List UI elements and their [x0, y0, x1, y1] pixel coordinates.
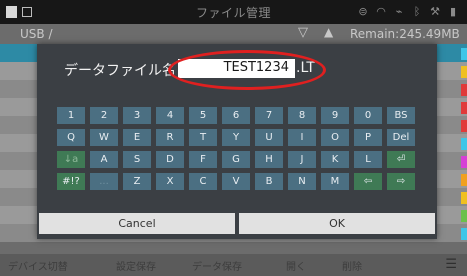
side-marker [461, 102, 467, 114]
key-m[interactable]: M [321, 173, 349, 190]
key-d[interactable]: D [156, 151, 184, 168]
cast-icon: ⊜ [358, 5, 368, 18]
key-k[interactable]: K [321, 151, 349, 168]
key-q[interactable]: Q [57, 129, 85, 146]
key-n[interactable]: N [288, 173, 316, 190]
key-v[interactable]: V [222, 173, 250, 190]
bluetooth-icon: ᛒ [413, 5, 421, 18]
lowercase-toggle-key[interactable]: ↓a [57, 151, 85, 168]
delete-button[interactable]: 削除 [342, 258, 362, 273]
key-2[interactable]: 2 [90, 107, 118, 124]
side-marker [461, 66, 467, 78]
key-g[interactable]: G [222, 151, 250, 168]
wifi-icon: ◠ [376, 5, 386, 18]
remaining-space: Remain:245.49MB [350, 27, 460, 41]
filename-dialog: データファイル名 TEST1234 .LT 1 2 3 4 5 6 7 8 9 … [37, 44, 437, 239]
save-settings-button[interactable]: 設定保存 [116, 258, 156, 273]
key-s[interactable]: S [123, 151, 151, 168]
cursor-left-key[interactable]: ⇦ [354, 173, 382, 190]
cursor-right-key[interactable]: ⇨ [387, 173, 415, 190]
key-1[interactable]: 1 [57, 107, 85, 124]
key-p[interactable]: P [354, 129, 382, 146]
wrench-icon: ⚒ [430, 5, 440, 18]
ok-button[interactable]: OK [239, 213, 435, 234]
filename-label: データファイル名 [64, 63, 176, 79]
device-switch-button[interactable]: デバイス切替 [8, 258, 68, 273]
side-marker [461, 84, 467, 96]
key-o[interactable]: O [321, 129, 349, 146]
key-f[interactable]: F [189, 151, 217, 168]
side-marker [461, 210, 467, 222]
key-r[interactable]: R [156, 129, 184, 146]
key-i[interactable]: I [288, 129, 316, 146]
cancel-button[interactable]: Cancel [39, 213, 235, 234]
save-data-button[interactable]: データ保存 [192, 258, 242, 273]
side-marker [461, 174, 467, 186]
key-0[interactable]: 0 [354, 107, 382, 124]
key-u[interactable]: U [255, 129, 283, 146]
key-b[interactable]: B [255, 173, 283, 190]
side-marker [461, 48, 467, 60]
title-bar: ファイル管理 ⊜ ◠ ⌁ ᛒ ⚒ ▮ [0, 0, 467, 24]
delete-key[interactable]: Del [387, 129, 415, 146]
key-a[interactable]: A [90, 151, 118, 168]
key-t[interactable]: T [189, 129, 217, 146]
key-j[interactable]: J [288, 151, 316, 168]
side-marker [461, 138, 467, 150]
key-x[interactable]: X [156, 173, 184, 190]
side-marker [461, 120, 467, 132]
status-icons: ⊜ ◠ ⌁ ᛒ ⚒ ▮ [357, 5, 459, 19]
usb-icon: ⌁ [395, 5, 403, 18]
key-3[interactable]: 3 [123, 107, 151, 124]
highlight-ring [168, 50, 326, 90]
key-w[interactable]: W [90, 129, 118, 146]
battery-icon: ▮ [449, 5, 457, 18]
key-h[interactable]: H [255, 151, 283, 168]
side-marker [461, 156, 467, 168]
side-marker [461, 192, 467, 204]
open-button[interactable]: 開く [286, 258, 306, 273]
key-6[interactable]: 6 [222, 107, 250, 124]
function-bar: デバイス切替 設定保存 データ保存 開く 削除 ☰ [0, 254, 467, 276]
symbols-key[interactable]: #!? [57, 173, 85, 190]
backspace-key[interactable]: BS [387, 107, 415, 124]
menu-icon[interactable]: ☰ [445, 257, 457, 272]
key-z[interactable]: Z [123, 173, 151, 190]
key-e[interactable]: E [123, 129, 151, 146]
key-8[interactable]: 8 [288, 107, 316, 124]
more-key[interactable]: ... [90, 173, 118, 190]
key-5[interactable]: 5 [189, 107, 217, 124]
key-y[interactable]: Y [222, 129, 250, 146]
key-4[interactable]: 4 [156, 107, 184, 124]
key-7[interactable]: 7 [255, 107, 283, 124]
sort-icon[interactable]: ▲ [324, 25, 333, 39]
key-c[interactable]: C [189, 173, 217, 190]
path-bar: USB / ▽ ▲ Remain:245.49MB [0, 24, 467, 44]
filter-icon[interactable]: ▽ [298, 25, 308, 40]
current-path: USB / [20, 27, 53, 41]
key-l[interactable]: L [354, 151, 382, 168]
key-9[interactable]: 9 [321, 107, 349, 124]
file-manager-screen: ファイル管理 ⊜ ◠ ⌁ ᛒ ⚒ ▮ USB / ▽ ▲ Remain:245.… [0, 0, 467, 276]
enter-key[interactable]: ⏎ [387, 151, 415, 168]
side-marker [461, 228, 467, 240]
